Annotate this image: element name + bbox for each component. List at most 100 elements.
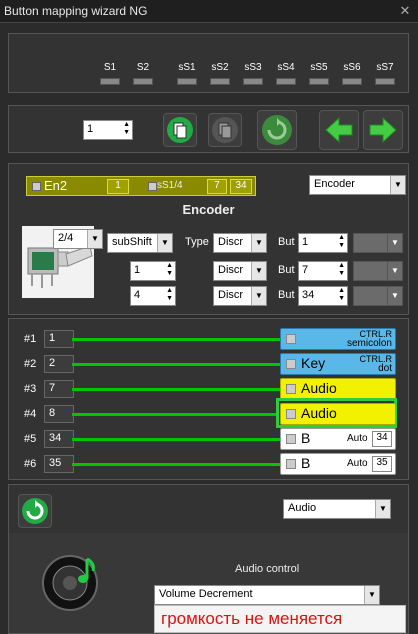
action-panel: Audio ▼ Audio control Volume Decrement ▼… [8,484,409,634]
spin-arrows-icon[interactable]: ▲ ▼ [166,262,173,278]
action-audio-3[interactable]: Audio [280,378,396,400]
spin-arrows-icon[interactable]: ▲ ▼ [123,121,130,137]
action-checkbox[interactable] [286,434,296,444]
but-combo-1[interactable] [353,233,389,253]
action-checkbox[interactable] [286,459,296,469]
next-button[interactable] [363,110,403,150]
action-key: semicolon [346,338,392,349]
map-line [72,413,277,416]
but-combo-2[interactable] [353,261,389,281]
spin-arrows-icon[interactable]: ▲ ▼ [338,287,345,303]
arrow-right-icon [369,116,397,144]
row-index: #4 [24,408,37,420]
apply-button[interactable] [18,494,52,528]
action-key-1[interactable]: CTRL.R semicolon [280,328,396,350]
prev-button[interactable] [319,110,359,150]
row-index: #5 [24,433,37,445]
row-num-4[interactable]: 8 [44,405,74,423]
switch-label-s1: S1 [103,62,117,73]
type-select-1[interactable]: Discr ▼ [213,233,267,253]
action-type-select[interactable]: Audio ▼ [283,499,391,519]
row-num-5[interactable]: 34 [44,430,74,448]
close-icon[interactable]: ✕ [397,3,413,19]
reset-button[interactable] [257,110,297,150]
switch-label-ss6: sS6 [343,62,361,73]
map-line [72,438,280,441]
auto-number[interactable]: 35 [372,456,392,472]
encoder-bar-num1: 1 [107,179,129,194]
auto-number[interactable]: 34 [372,431,392,447]
switch-led [133,78,153,85]
copy-icon [167,117,193,143]
map-line [72,463,280,466]
encoder-panel: En2 1 sS1/4 7 34 Encoder ▼ Encoder 2/4 ▼… [8,163,409,315]
spin-arrows-icon[interactable]: ▲ ▼ [166,287,173,303]
map-line [72,363,280,366]
shift-checkbox[interactable] [148,182,157,191]
map-line [72,388,280,391]
switch-label-ss2: sS2 [211,62,229,73]
action-checkbox[interactable] [286,359,296,369]
type-select-2[interactable]: Discr ▼ [213,261,267,281]
row-index: #3 [24,383,37,395]
but-label: But [278,264,295,276]
notice-text: громкость не меняется [161,609,343,628]
section-label: Audio control [235,563,300,575]
action-type: B [301,430,311,446]
toolbar-panel: 1 ▲ ▼ [8,105,409,153]
action-checkbox[interactable] [286,384,296,394]
but-spinner-2[interactable]: 7 ▲ ▼ [298,261,348,281]
arrow-left-icon [325,116,353,144]
mapping-panel: #1 1 CTRL.R semicolon #2 2 Key CTRL.R do… [8,318,409,480]
control-type-select[interactable]: Encoder ▼ [309,175,406,195]
mode-select[interactable]: 2/4 ▼ [53,229,103,249]
action-checkbox[interactable] [286,409,296,419]
but-combo-3[interactable] [353,286,389,306]
spin-arrows-icon[interactable]: ▲ ▼ [338,262,345,278]
type-select-3[interactable]: Discr ▼ [213,286,267,306]
action-button-6[interactable]: B Auto 35 [280,453,396,475]
chevron-down-icon[interactable]: ▼ [387,261,403,281]
shift-label: sS1/4 [157,180,183,191]
encoder-bar-checkbox[interactable] [32,182,41,191]
shift-select[interactable]: subShift ▼ [107,233,173,253]
row-num-6[interactable]: 35 [44,455,74,473]
action-type: Audio [301,380,337,396]
action-type: B [301,455,311,471]
encoder-bar-name: En2 [44,178,68,193]
action-checkbox[interactable] [286,334,296,344]
row-num-3[interactable]: 7 [44,380,74,398]
row-num-2[interactable]: 2 [44,355,74,373]
paste-button[interactable] [208,113,242,147]
action-button-5[interactable]: B Auto 34 [280,428,396,450]
action-audio-4[interactable]: Audio [280,403,396,425]
row-index: #6 [24,458,37,470]
chevron-down-icon[interactable]: ▼ [387,286,403,306]
but-spinner-3[interactable]: 34 ▲ ▼ [298,286,348,306]
action-key-2[interactable]: Key CTRL.R dot [280,353,396,375]
spin-row-2[interactable]: 1 ▲ ▼ [130,261,176,281]
spin-row-3[interactable]: 4 ▲ ▼ [130,286,176,306]
refresh-icon [262,115,292,145]
chevron-down-icon: ▼ [251,234,266,252]
switch-label-ss5: sS5 [310,62,328,73]
encoder-bar[interactable]: En2 1 sS1/4 7 34 [26,176,256,196]
map-line [72,338,280,341]
encoder-title: Encoder [182,202,235,217]
type-label: Type [185,236,209,248]
row-num-1[interactable]: 1 [44,330,74,348]
but-spinner-1[interactable]: 1 ▲ ▼ [298,233,348,253]
switch-label-s2: S2 [136,62,150,73]
chevron-down-icon: ▼ [251,262,266,280]
copy-button[interactable] [163,113,197,147]
chevron-down-icon: ▼ [390,176,405,194]
auto-label: Auto [347,458,368,469]
chevron-down-icon[interactable]: ▼ [387,233,403,253]
audio-section: Audio control Volume Decrement ▼ громкос… [9,533,408,633]
audio-control-select[interactable]: Volume Decrement ▼ [154,585,380,605]
chevron-down-icon: ▼ [375,500,390,518]
switch-label-ss3: sS3 [244,62,262,73]
spin-arrows-icon[interactable]: ▲ ▼ [338,234,345,250]
index-spinner[interactable]: 1 ▲ ▼ [83,120,133,140]
title-bar: Button mapping wizard NG ✕ [0,0,418,23]
